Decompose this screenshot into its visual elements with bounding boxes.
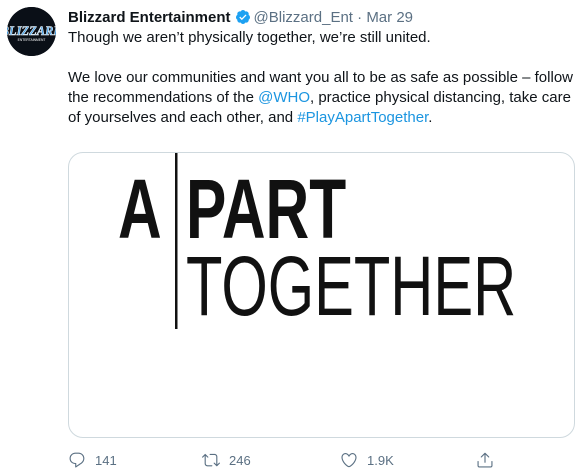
like-count: 1.9K: [367, 452, 394, 468]
mention-link[interactable]: @WHO: [258, 89, 310, 106]
separator: ·: [357, 9, 363, 26]
hashtag-link[interactable]: #PlayApartTogether: [297, 109, 428, 126]
share-button[interactable]: [476, 450, 494, 470]
reply-icon: [69, 452, 85, 468]
graphic-word-a: A: [118, 162, 162, 256]
blizzard-logo: BLIZZARD ENTERTAINMENT: [7, 7, 56, 56]
handle[interactable]: @Blizzard_Ent: [254, 9, 353, 26]
apart-together-graphic: A PART TOGETHER: [118, 153, 516, 333]
tweet-text: Though we aren’t physically together, we…: [68, 28, 576, 128]
graphic-divider: [175, 153, 178, 329]
svg-text:ENTERTAINMENT: ENTERTAINMENT: [18, 38, 46, 42]
heart-icon: [341, 453, 357, 468]
display-name[interactable]: Blizzard Entertainment: [68, 9, 231, 26]
tweet-paragraph: We love our communities and want you all…: [68, 68, 576, 128]
share-icon: [477, 452, 493, 468]
timestamp[interactable]: Mar 29: [366, 9, 413, 26]
retweet-count: 246: [229, 452, 251, 468]
text-segment: .: [428, 109, 433, 126]
action-bar: 141 246 1.9K: [68, 450, 576, 470]
reply-button[interactable]: 141: [68, 450, 117, 470]
tweet-line: Though we aren’t physically together, we…: [68, 29, 431, 46]
svg-text:BLIZZARD: BLIZZARD: [7, 24, 56, 38]
like-button[interactable]: 1.9K: [340, 450, 394, 470]
reply-count: 141: [95, 452, 117, 468]
retweet-button[interactable]: 246: [202, 450, 251, 470]
media-image[interactable]: A PART TOGETHER: [68, 152, 575, 438]
avatar[interactable]: BLIZZARD ENTERTAINMENT: [7, 7, 56, 56]
retweet-icon: [202, 453, 220, 467]
graphic-word-together: TOGETHER: [186, 240, 516, 333]
